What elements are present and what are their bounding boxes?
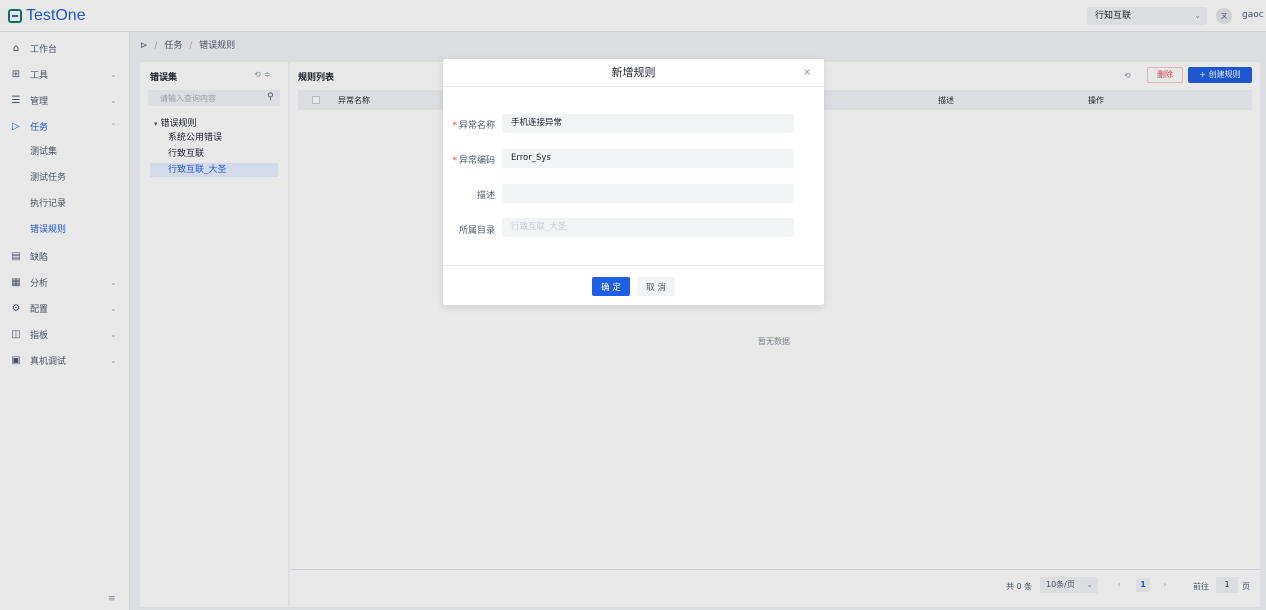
directory-input: 行致互联_大圣: [502, 218, 794, 237]
error-code-input[interactable]: [502, 149, 794, 168]
error-name-input[interactable]: [502, 114, 794, 133]
close-icon[interactable]: ×: [803, 67, 811, 78]
add-rule-dialog: 新增规则 × *异常名称 *异常编码 描述 所属目录 行致互联_大圣 确 定 取…: [443, 59, 824, 305]
dialog-title: 新增规则: [443, 59, 824, 87]
required-mark: *: [452, 156, 457, 166]
description-input[interactable]: [502, 184, 794, 203]
field-label-directory: 所属目录: [458, 226, 495, 236]
field-label-text: 异常名称: [458, 121, 495, 131]
cancel-button[interactable]: 取 消: [637, 277, 675, 296]
field-label-text: 异常编码: [458, 156, 495, 166]
dialog-footer: 确 定 取 消: [443, 265, 824, 305]
field-label-error-name: * 异常名称: [443, 118, 495, 131]
field-label-description: 描述: [476, 191, 495, 201]
field-label-error-code: * 异常编码: [443, 153, 495, 166]
confirm-button[interactable]: 确 定: [592, 277, 630, 296]
required-mark: *: [452, 121, 457, 131]
